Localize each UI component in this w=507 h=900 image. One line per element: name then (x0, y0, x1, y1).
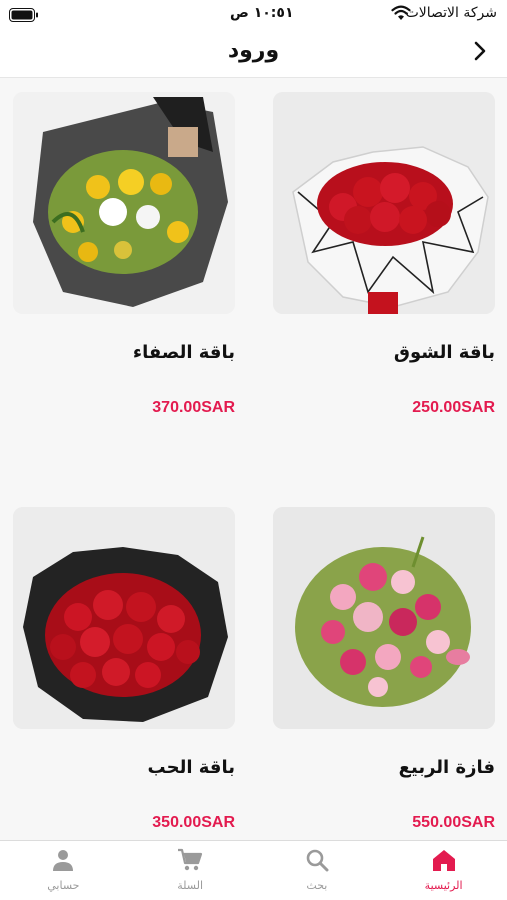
product-card[interactable]: باقة الحب 350.00SAR (13, 507, 235, 831)
product-card[interactable]: باقة الصفاء 370.00SAR (13, 92, 235, 416)
wifi-icon (391, 5, 411, 25)
product-image[interactable] (13, 92, 235, 314)
tab-bar: الرئيسية بحث السلة حسابي (0, 840, 507, 900)
back-button[interactable] (465, 38, 495, 68)
status-time: ١٠:٥١ ص (230, 5, 294, 21)
user-icon (50, 847, 76, 873)
navigation-bar: ورود (0, 28, 507, 78)
product-card[interactable]: فازة الربيع 550.00SAR (273, 507, 495, 831)
tab-cart[interactable]: السلة (127, 841, 254, 900)
tab-search[interactable]: بحث (254, 841, 381, 900)
home-icon (431, 847, 457, 873)
product-name: باقة الصفاء (132, 342, 235, 363)
tab-account[interactable]: حسابي (0, 841, 127, 900)
page-title: ورود (227, 38, 280, 63)
product-price: 250.00SAR (412, 399, 495, 416)
product-name: باقة الشوق (393, 342, 495, 363)
status-bar: شركة الاتصالات ١٠:٥١ ص (0, 0, 507, 28)
product-price: 550.00SAR (412, 814, 495, 831)
carrier-name: شركة الاتصالات (405, 5, 497, 21)
battery-icon (9, 7, 39, 26)
tab-label: الرئيسية (424, 879, 463, 892)
product-card[interactable]: باقة الشوق 250.00SAR (273, 92, 495, 416)
product-price: 370.00SAR (152, 399, 235, 416)
tab-label: بحث (306, 879, 328, 892)
product-image[interactable] (273, 507, 495, 729)
tab-home[interactable]: الرئيسية (380, 841, 507, 900)
tab-label: السلة (177, 879, 203, 892)
product-name: باقة الحب (147, 757, 235, 778)
chevron-right-icon (471, 40, 489, 66)
search-icon (304, 847, 330, 873)
tab-label: حسابي (47, 879, 80, 892)
product-name: فازة الربيع (398, 757, 495, 778)
product-price: 350.00SAR (152, 814, 235, 831)
product-image[interactable] (273, 92, 495, 314)
product-image[interactable] (13, 507, 235, 729)
cart-icon (177, 847, 203, 873)
